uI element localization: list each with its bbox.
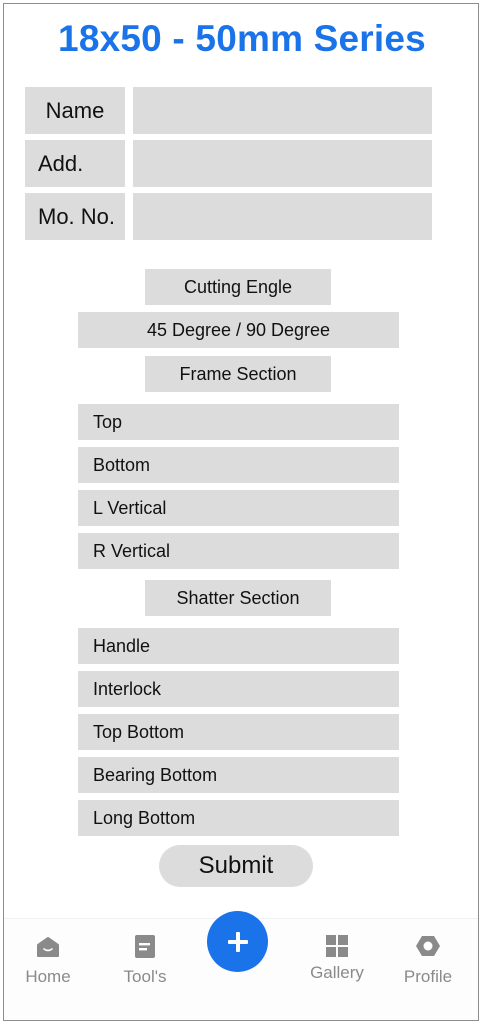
home-icon — [37, 937, 59, 957]
address-label: Add. — [25, 140, 125, 187]
cutting-angle-header: Cutting Engle — [145, 269, 331, 305]
nav-profile-label: Profile — [403, 967, 453, 986]
frame-item-bottom[interactable]: Bottom — [78, 447, 399, 483]
shatter-item-interlock[interactable]: Interlock — [78, 671, 399, 707]
hexagon-icon — [416, 936, 440, 956]
plus-icon — [227, 931, 248, 952]
nav-tools[interactable]: Tool's — [115, 933, 175, 987]
add-button[interactable] — [207, 911, 268, 972]
name-label: Name — [25, 87, 125, 134]
grid-icon — [326, 935, 348, 957]
frame-item-r-vertical[interactable]: R Vertical — [78, 533, 399, 569]
nav-home[interactable]: Home — [22, 933, 74, 987]
nav-tools-label: Tool's — [123, 967, 167, 986]
cutting-angle-option[interactable]: 45 Degree / 90 Degree — [78, 312, 399, 348]
shatter-item-long-bottom[interactable]: Long Bottom — [78, 800, 399, 836]
frame-item-l-vertical[interactable]: L Vertical — [78, 490, 399, 526]
shatter-item-handle[interactable]: Handle — [78, 628, 399, 664]
mobile-field[interactable] — [133, 193, 432, 240]
nav-gallery-label: Gallery — [310, 963, 364, 982]
mobile-label: Mo. No. — [25, 193, 125, 240]
document-icon — [135, 935, 155, 958]
address-field[interactable] — [133, 140, 432, 187]
page-title: 18x50 - 50mm Series — [58, 18, 426, 59]
frame-section-header: Frame Section — [145, 356, 331, 392]
shatter-section-header: Shatter Section — [145, 580, 331, 616]
shatter-item-top-bottom[interactable]: Top Bottom — [78, 714, 399, 750]
frame-item-top[interactable]: Top — [78, 404, 399, 440]
shatter-item-bearing-bottom[interactable]: Bearing Bottom — [78, 757, 399, 793]
nav-profile[interactable]: Profile — [398, 933, 458, 987]
nav-gallery[interactable]: Gallery — [304, 933, 370, 983]
name-field[interactable] — [133, 87, 432, 134]
submit-button[interactable]: Submit — [159, 845, 313, 887]
nav-home-label: Home — [25, 967, 71, 986]
